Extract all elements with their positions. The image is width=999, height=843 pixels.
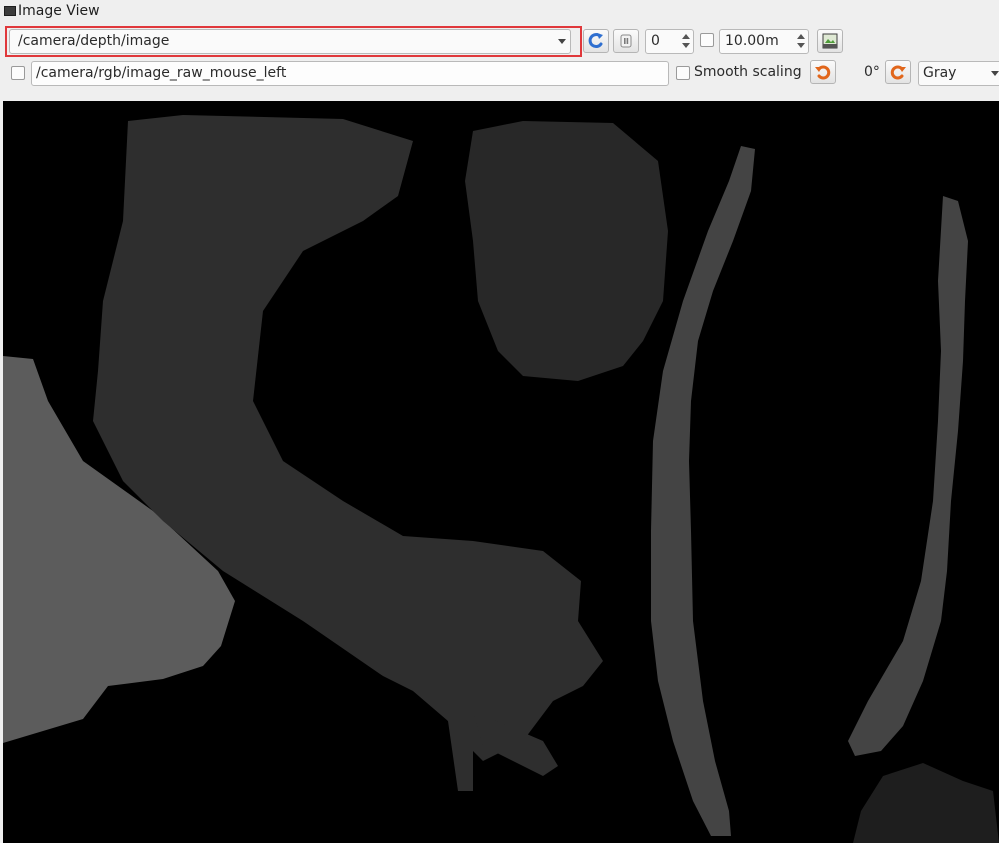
chevron-down-icon: [558, 39, 566, 44]
mouse-topic-value: /camera/rgb/image_raw_mouse_left: [36, 65, 287, 81]
depth-limit-checkbox[interactable]: [700, 33, 714, 47]
save-icon: [822, 33, 838, 49]
spin-down-icon[interactable]: [797, 43, 805, 48]
window-icon: [4, 6, 16, 16]
refresh-button[interactable]: [583, 29, 609, 53]
rotate-right-button[interactable]: [885, 60, 911, 84]
frame-spinbox[interactable]: 0: [645, 29, 694, 54]
rotate-left-icon: [815, 65, 831, 80]
mouse-topic-input[interactable]: /camera/rgb/image_raw_mouse_left: [31, 61, 669, 86]
topic-select[interactable]: /camera/depth/image: [9, 29, 571, 54]
title-bar: Image View: [0, 0, 999, 24]
smooth-scaling-checkbox[interactable]: [676, 66, 690, 80]
smooth-scaling-label: Smooth scaling: [694, 64, 802, 80]
max-depth-spinbox[interactable]: 10.00m: [719, 29, 809, 54]
refresh-icon: [588, 33, 603, 49]
spin-down-icon[interactable]: [682, 43, 690, 48]
colormap-select-value: Gray: [923, 65, 957, 81]
topic-select-value: /camera/depth/image: [18, 33, 170, 49]
pause-icon: [620, 34, 632, 48]
chevron-down-icon: [991, 71, 999, 76]
rotate-right-icon: [890, 65, 906, 80]
window-title: Image View: [18, 3, 100, 19]
image-canvas[interactable]: [3, 101, 999, 843]
depth-image: [3, 101, 999, 843]
frame-spinbox-value: 0: [651, 33, 660, 49]
colormap-select[interactable]: Gray: [918, 61, 999, 86]
spin-up-icon[interactable]: [682, 34, 690, 39]
max-depth-spinbox-value: 10.00m: [725, 33, 779, 49]
spin-up-icon[interactable]: [797, 34, 805, 39]
pause-button[interactable]: [613, 29, 639, 53]
rotate-left-button[interactable]: [810, 60, 836, 84]
save-button[interactable]: [817, 29, 843, 53]
mouse-publish-checkbox[interactable]: [11, 66, 25, 80]
rotation-label: 0°: [864, 64, 880, 80]
